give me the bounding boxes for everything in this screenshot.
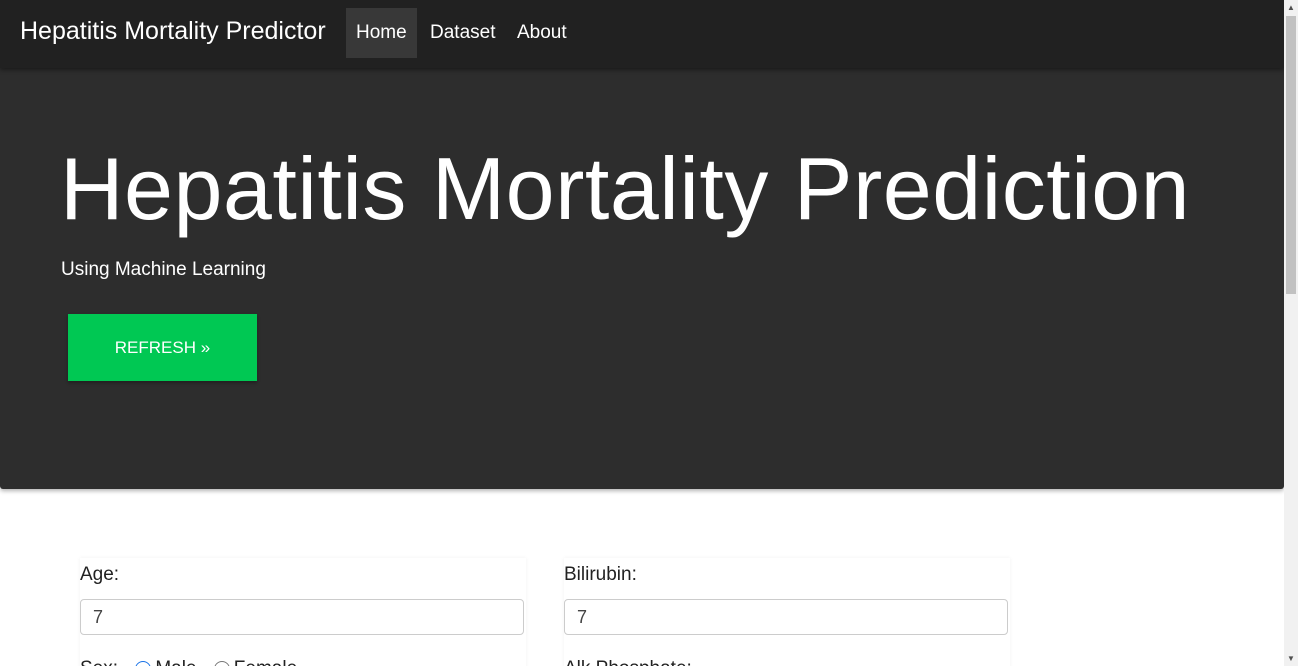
sex-male-radio[interactable] (135, 660, 152, 666)
scrollbar-thumb[interactable] (1286, 16, 1296, 294)
scroll-down-icon[interactable]: ▼ (1287, 654, 1295, 663)
nav-dataset[interactable]: Dataset (420, 8, 505, 58)
refresh-button[interactable]: REFRESH » (68, 314, 257, 381)
sex-female-label[interactable]: Female (234, 658, 297, 666)
navbar: Hepatitis Mortality Predictor Home Datas… (0, 0, 1284, 68)
age-label: Age: (80, 564, 120, 585)
page: Hepatitis Mortality Predictor Home Datas… (0, 0, 1284, 666)
navbar-brand[interactable]: Hepatitis Mortality Predictor (20, 17, 326, 46)
hero: Hepatitis Mortality Prediction Using Mac… (0, 68, 1284, 489)
sex-female-radio[interactable] (213, 660, 230, 666)
hero-title: Hepatitis Mortality Prediction (60, 139, 1191, 238)
sex-label: Sex: (80, 658, 118, 666)
hero-subtitle: Using Machine Learning (61, 259, 266, 280)
scroll-up-icon[interactable]: ▲ (1287, 3, 1295, 12)
sex-field-group: Sex: Male Female (80, 658, 297, 666)
alk-phosphate-label: Alk Phosphate: (564, 658, 692, 666)
bilirubin-input[interactable] (564, 599, 1008, 635)
age-input[interactable] (80, 599, 524, 635)
nav-home[interactable]: Home (346, 8, 417, 58)
sex-male-label[interactable]: Male (155, 658, 196, 666)
bilirubin-field-group: Bilirubin: Alk Phosphate: (564, 558, 1010, 666)
bilirubin-label: Bilirubin: (564, 564, 637, 585)
nav-about[interactable]: About (507, 8, 577, 58)
age-field-group: Age: Sex: Male Female (80, 558, 526, 666)
scrollbar[interactable]: ▲ ▼ (1284, 0, 1298, 666)
